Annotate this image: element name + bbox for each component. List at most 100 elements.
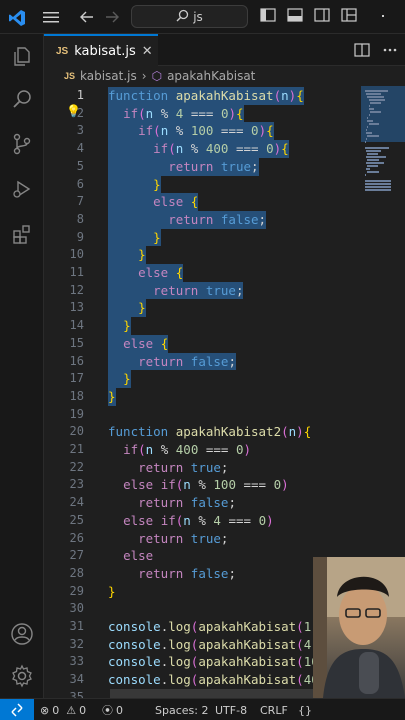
code-text: else {	[108, 264, 184, 282]
forward-arrow-icon[interactable]	[102, 5, 122, 29]
problems-indicator[interactable]: ⊗ 0 ⚠ 0	[40, 699, 86, 720]
source-control-icon[interactable]	[0, 124, 44, 164]
search-view-icon[interactable]	[0, 79, 44, 119]
run-debug-icon[interactable]	[0, 169, 44, 209]
toggle-sidebar-icon[interactable]	[260, 7, 280, 27]
code-line[interactable]: 16 return false;	[44, 352, 405, 371]
more-actions-icon[interactable]	[381, 41, 399, 59]
search-icon	[176, 9, 189, 25]
code-line[interactable]: 19	[44, 406, 405, 424]
toggle-secondary-sidebar-icon[interactable]	[314, 7, 334, 27]
code-text: return false;	[108, 352, 236, 371]
eol-indicator[interactable]: CRLF	[260, 699, 288, 720]
minimap[interactable]	[361, 86, 405, 336]
minimap-line	[367, 117, 369, 119]
line-number: 17	[69, 371, 84, 386]
account-icon[interactable]	[0, 614, 44, 654]
breadcrumb-file[interactable]: kabisat.js	[80, 69, 137, 83]
code-line[interactable]: 20 function apakahKabisat2(n){	[44, 423, 405, 441]
tab-bar: JS kabisat.js ✕	[44, 34, 405, 66]
code-line[interactable]: 26 return true;	[44, 530, 405, 548]
language-mode-indicator[interactable]: {}	[298, 699, 312, 720]
code-line[interactable]: 10 }	[44, 246, 405, 264]
minimap-line	[368, 105, 370, 107]
line-number: 5	[76, 158, 84, 173]
code-line[interactable]: 12 return true;	[44, 281, 405, 300]
minimap-line	[365, 90, 389, 92]
line-number: 6	[76, 176, 84, 191]
close-icon[interactable]: ✕	[142, 44, 153, 59]
code-line[interactable]: 6 }	[44, 175, 405, 194]
settings-gear-icon[interactable]	[0, 656, 44, 696]
code-line[interactable]: 23 else if(n % 100 === 0)	[44, 476, 405, 494]
code-text: if(n % 4 === 0){	[108, 104, 244, 123]
code-line[interactable]: 1 function apakahKabisat(n){	[44, 87, 405, 105]
back-arrow-icon[interactable]	[77, 5, 97, 29]
line-number: 19	[69, 406, 84, 421]
remote-indicator[interactable]	[0, 699, 34, 720]
code-text: console.log(apakahKabisat(4))	[108, 636, 326, 652]
warning-count: 0	[79, 703, 87, 717]
breadcrumb-symbol[interactable]: apakahKabisat	[167, 69, 255, 83]
line-number: 32	[69, 636, 84, 651]
menu-icon[interactable]	[40, 5, 62, 29]
explorer-icon[interactable]	[0, 36, 44, 76]
line-number: 3	[76, 123, 84, 138]
minimap-line	[366, 138, 368, 140]
code-text: return true;	[138, 459, 229, 475]
minimap-line	[365, 180, 392, 182]
minimize-icon[interactable]	[375, 7, 395, 27]
code-line[interactable]: 11 else {	[44, 264, 405, 282]
code-line[interactable]: 9 }	[44, 228, 405, 247]
minimap-line	[365, 183, 392, 185]
code-line[interactable]: 8 return false;	[44, 210, 405, 229]
warning-icon: ⚠	[66, 703, 77, 717]
code-line[interactable]: 24 return false;	[44, 494, 405, 512]
code-line[interactable]: 21 if(n % 400 === 0)	[44, 441, 405, 459]
toggle-panel-icon[interactable]	[287, 7, 307, 27]
code-text: }	[108, 317, 131, 335]
code-line[interactable]: 14 }	[44, 317, 405, 335]
code-line[interactable]: 4 if(n % 400 === 0){	[44, 140, 405, 158]
code-line[interactable]: 17 }	[44, 370, 405, 388]
code-text: }	[108, 175, 161, 194]
code-line[interactable]: 22 return true;	[44, 459, 405, 477]
code-line[interactable]: 2 if(n % 4 === 0){	[44, 104, 405, 123]
line-number: 22	[69, 459, 84, 474]
minimap-line	[366, 156, 386, 158]
lightbulb-icon[interactable]: 💡	[66, 104, 81, 118]
indentation-indicator[interactable]: Spaces: 2	[155, 699, 208, 720]
command-center-search[interactable]: js	[131, 5, 248, 28]
code-line[interactable]: 3 if(n % 100 === 0){	[44, 122, 405, 141]
code-text: return true;	[108, 157, 259, 176]
code-line[interactable]: 13 }	[44, 299, 405, 318]
code-text: return true;	[138, 530, 229, 546]
code-text: }	[108, 246, 146, 264]
minimap-line	[367, 135, 380, 137]
breadcrumb: JS kabisat.js › ⬡ apakahKabisat	[44, 66, 405, 86]
customize-layout-icon[interactable]	[341, 7, 361, 27]
minimap-line	[366, 168, 370, 170]
line-number: 30	[69, 601, 84, 616]
status-bar: ⊗ 0 ⚠ 0 ⦿ 0 Spaces: 2 UTF-8 CRLF {}	[0, 698, 405, 720]
ports-indicator[interactable]: ⦿ 0	[102, 699, 123, 720]
code-line[interactable]: 7 else {	[44, 193, 405, 211]
code-line[interactable]: 25 else if(n % 4 === 0)	[44, 512, 405, 530]
line-number: 4	[76, 141, 84, 156]
code-line[interactable]: 5 return true;	[44, 157, 405, 176]
split-editor-icon[interactable]	[353, 41, 371, 59]
code-text: return false;	[108, 210, 267, 229]
code-text: }	[108, 583, 116, 599]
code-line[interactable]: 18}	[44, 387, 405, 406]
extensions-icon[interactable]	[0, 214, 44, 254]
error-count: 0	[52, 703, 60, 717]
line-number: 18	[69, 388, 84, 403]
line-number: 16	[69, 353, 84, 368]
function-symbol-icon: ⬡	[151, 69, 163, 83]
line-number: 28	[69, 565, 84, 580]
line-number: 8	[76, 211, 84, 226]
encoding-indicator[interactable]: UTF-8	[215, 699, 247, 720]
code-text: return false;	[138, 565, 236, 581]
tab-kabisat-js[interactable]: JS kabisat.js ✕	[44, 34, 158, 66]
code-line[interactable]: 15 else {	[44, 334, 405, 353]
